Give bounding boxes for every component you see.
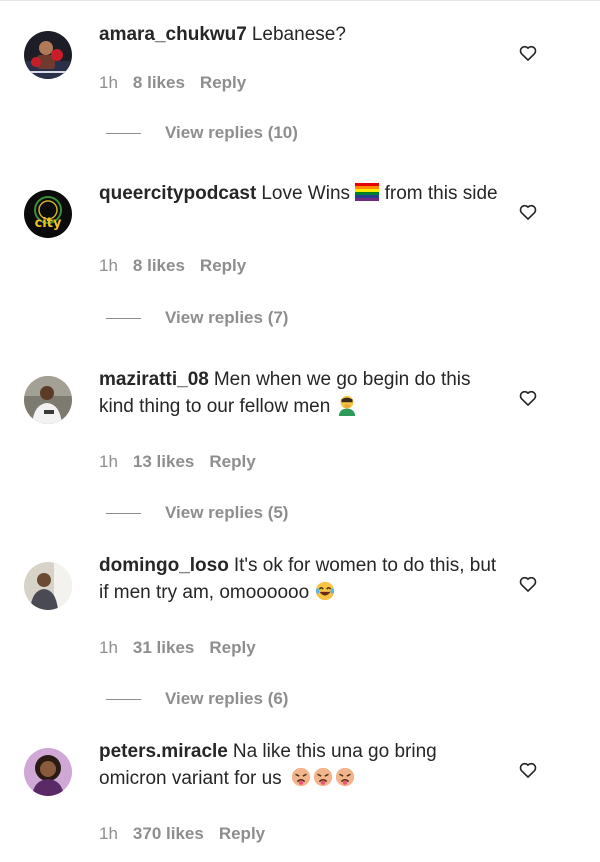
comment-text: Love Wins xyxy=(261,183,351,204)
comment-likes[interactable]: 13 likes xyxy=(133,452,194,471)
heart-icon[interactable] xyxy=(518,760,538,780)
avatar[interactable] xyxy=(24,748,72,796)
comment-username[interactable]: maziratti_08 xyxy=(99,369,209,390)
facepalm-emoji-icon xyxy=(338,395,355,416)
comment-time: 1h xyxy=(99,824,118,843)
view-replies-button[interactable]: View replies (7) xyxy=(106,308,288,328)
comment-username[interactable]: queercitypodcast xyxy=(99,183,256,204)
rainbow-flag-icon xyxy=(355,183,380,201)
view-replies-label: View replies (6) xyxy=(165,689,289,708)
view-replies-label: View replies (5) xyxy=(165,503,289,522)
comment-body: peters.miracle Na like this una go bring … xyxy=(99,739,499,792)
replies-divider xyxy=(106,133,141,135)
view-replies-button[interactable]: View replies (10) xyxy=(106,123,298,143)
comment-likes[interactable]: 31 likes xyxy=(133,638,194,657)
avatar[interactable] xyxy=(24,376,72,424)
comment-meta: 1h 31 likes Reply xyxy=(99,638,271,658)
view-replies-button[interactable]: View replies (5) xyxy=(106,503,288,523)
comment-username[interactable]: amara_chukwu7 xyxy=(99,24,247,45)
avatar-logo-text: city xyxy=(35,216,62,231)
comment-text-continued: from this side xyxy=(384,183,498,204)
replies-divider xyxy=(106,699,141,701)
comment-meta: 1h 8 likes Reply xyxy=(99,73,261,93)
comment-time: 1h xyxy=(99,452,118,471)
avatar[interactable] xyxy=(24,31,72,79)
reply-button[interactable]: Reply xyxy=(209,452,255,471)
comment-likes[interactable]: 8 likes xyxy=(133,256,185,275)
reply-button[interactable]: Reply xyxy=(200,73,246,92)
comment-time: 1h xyxy=(99,256,118,275)
view-replies-label: View replies (7) xyxy=(165,308,289,327)
comment-body: amara_chukwu7 Lebanese? xyxy=(99,22,499,49)
laughing-emoji-icon xyxy=(316,581,335,600)
heart-icon[interactable] xyxy=(518,574,538,594)
comment-username[interactable]: peters.miracle xyxy=(99,741,228,762)
comment-body: domingo_loso It's ok for women to do this… xyxy=(99,553,499,606)
comment-time: 1h xyxy=(99,73,118,92)
profile-photo-man-icon xyxy=(24,376,72,424)
view-replies-label: View replies (10) xyxy=(165,123,298,142)
nauseated-emoji-icon xyxy=(291,767,355,786)
heart-icon[interactable] xyxy=(518,202,538,222)
view-replies-button[interactable]: View replies (6) xyxy=(106,689,288,709)
replies-divider xyxy=(106,318,141,320)
comment-username[interactable]: domingo_loso xyxy=(99,555,229,576)
queer-city-logo-icon: city xyxy=(24,190,72,238)
comment-body: maziratti_08 Men when we go begin do this… xyxy=(99,367,499,420)
comment-meta: 1h 13 likes Reply xyxy=(99,452,271,472)
comment-likes[interactable]: 370 likes xyxy=(133,824,204,843)
comment-text: Lebanese? xyxy=(251,24,346,45)
avatar[interactable] xyxy=(24,562,72,610)
reply-button[interactable]: Reply xyxy=(209,638,255,657)
reply-button[interactable]: Reply xyxy=(200,256,246,275)
comment-body: queercitypodcast Love Wins from this side xyxy=(99,181,499,208)
top-divider xyxy=(0,0,600,1)
replies-divider xyxy=(106,513,141,515)
profile-photo-woman-icon xyxy=(24,748,72,796)
comment-likes[interactable]: 8 likes xyxy=(133,73,185,92)
reply-button[interactable]: Reply xyxy=(219,824,265,843)
comment-meta: 1h 8 likes Reply xyxy=(99,256,261,276)
comment-time: 1h xyxy=(99,638,118,657)
profile-photo-man-icon xyxy=(24,562,72,610)
heart-icon[interactable] xyxy=(518,388,538,408)
heart-icon[interactable] xyxy=(518,43,538,63)
profile-photo-boxer-icon xyxy=(24,31,72,79)
comment-meta: 1h 370 likes Reply xyxy=(99,824,280,844)
avatar[interactable]: city xyxy=(24,190,72,238)
